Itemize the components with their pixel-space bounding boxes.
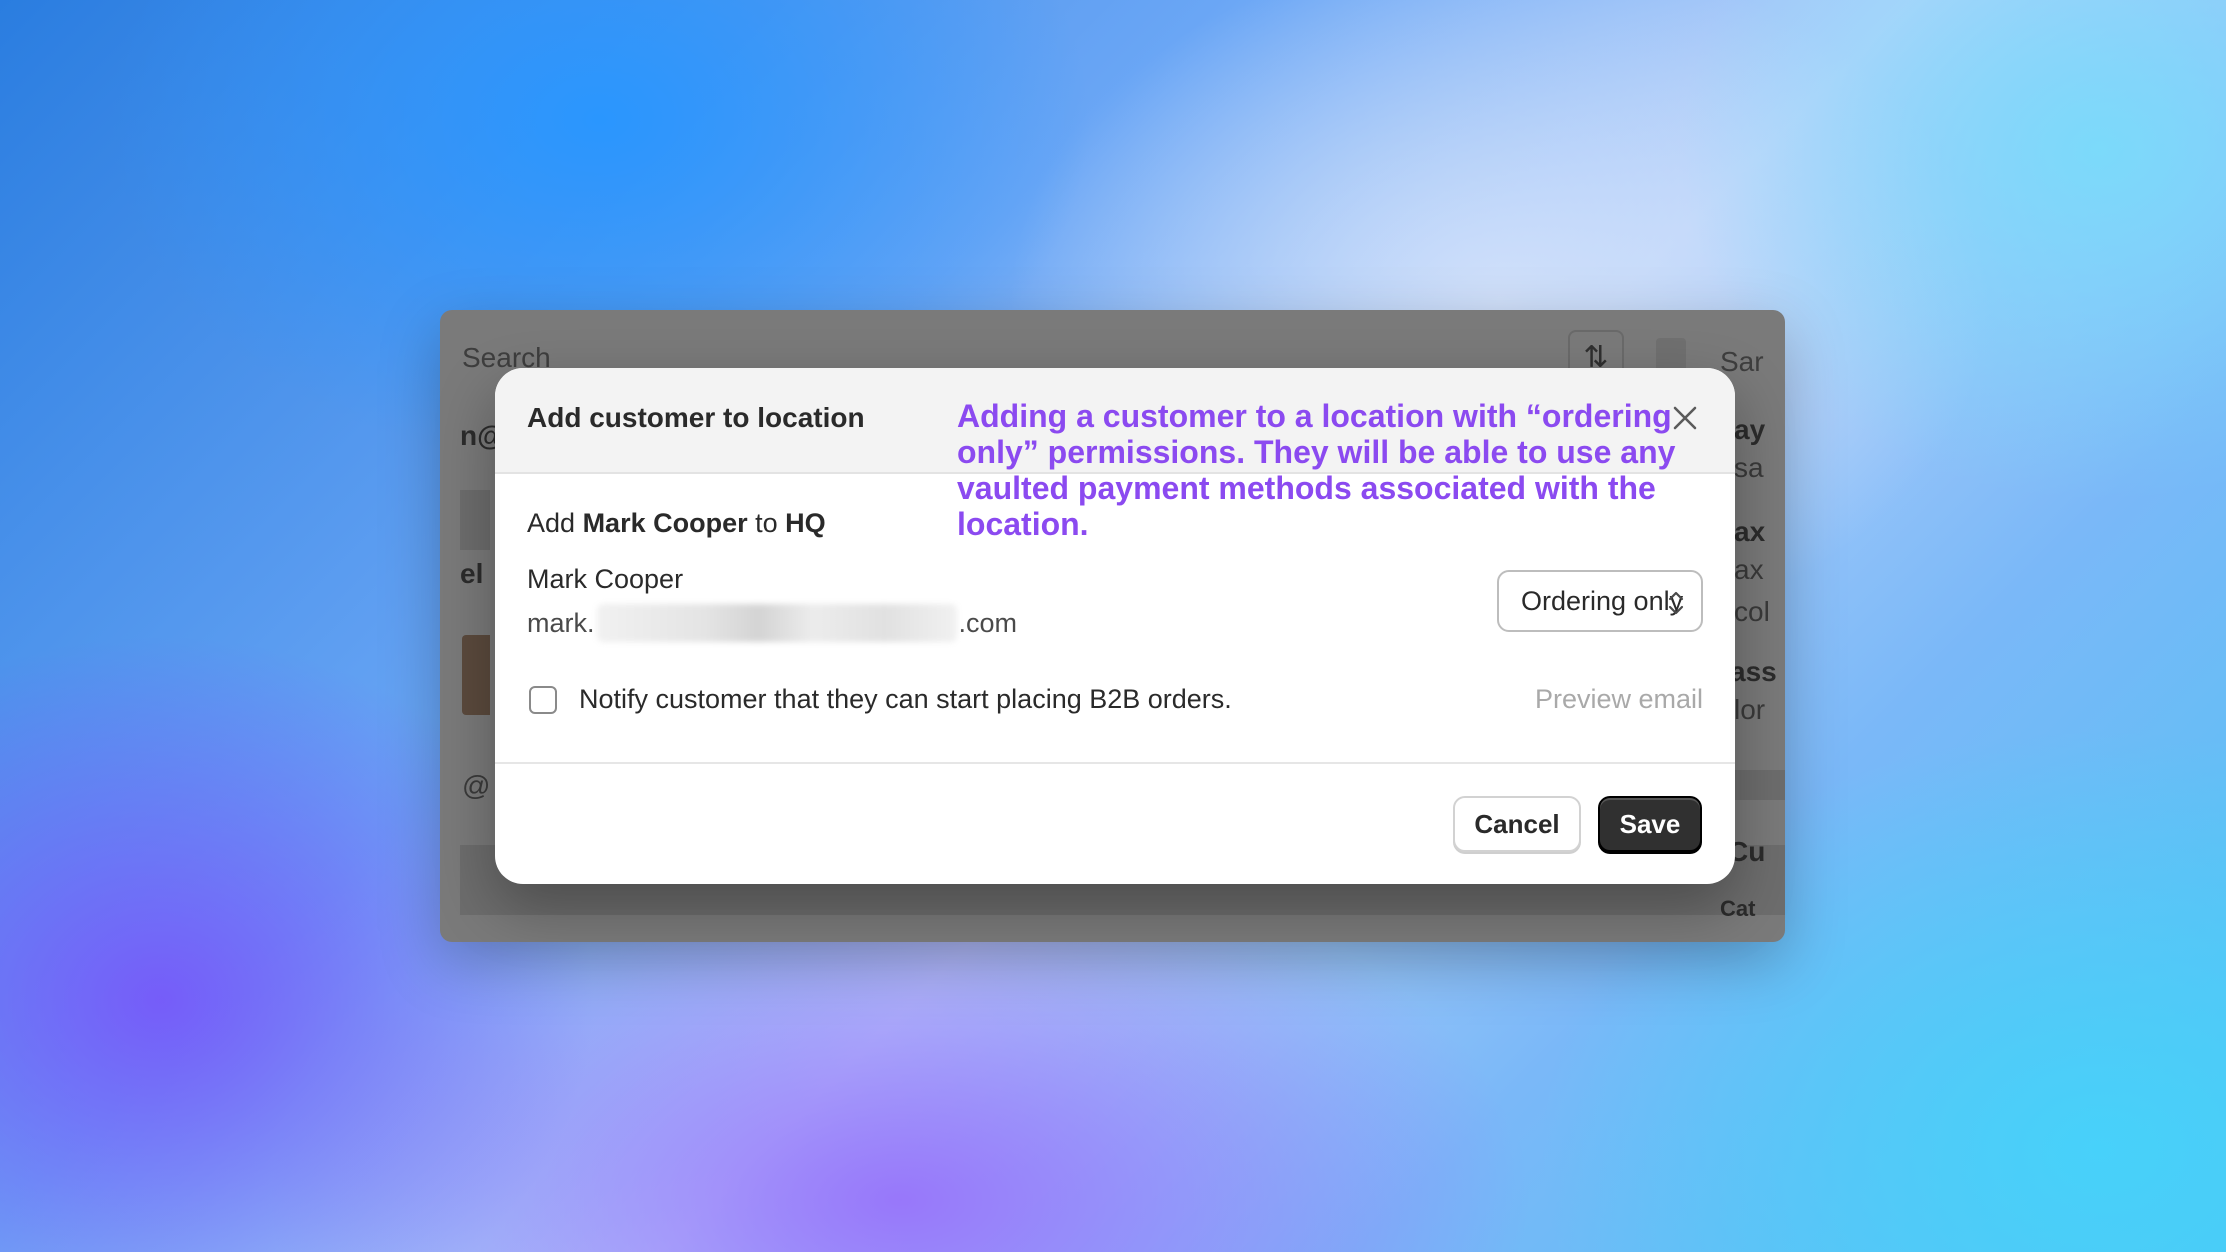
add-prefix: Add xyxy=(527,508,576,538)
email-redacted xyxy=(596,604,957,642)
to-word: to xyxy=(755,508,778,538)
background-fragment-ax1: ax xyxy=(1734,516,1766,547)
background-fragment-col: col xyxy=(1734,596,1770,627)
background-fragment-ay: ay xyxy=(1734,414,1766,445)
background-fragment-lor: lor xyxy=(1734,694,1766,725)
email-start: mark. xyxy=(527,607,595,638)
footer-divider xyxy=(495,762,1735,764)
add-customer-modal: Add customer to location Adding a custom… xyxy=(495,368,1735,884)
cancel-button[interactable]: Cancel xyxy=(1453,796,1581,852)
background-fragment-name: el xyxy=(460,558,484,589)
background-fragment-ax2: ax xyxy=(1734,554,1764,585)
modal-title: Add customer to location xyxy=(527,402,865,433)
customer-email: mark. .com xyxy=(527,604,1017,642)
summary-location-name: HQ xyxy=(785,508,826,538)
save-button[interactable]: Save xyxy=(1598,796,1702,852)
preview-email-link[interactable]: Preview email xyxy=(1535,684,1703,715)
chevron-up-down-icon xyxy=(1668,591,1684,615)
desktop-background: Search ⇅ Sar n@ el @ ay sa ax ax col ass… xyxy=(0,0,2226,1252)
background-fragment-at: @ xyxy=(462,770,491,801)
background-fragment-ass: ass xyxy=(1730,656,1777,687)
annotation-text: Adding a customer to a location with “or… xyxy=(957,398,1676,542)
background-fragment-sa: sa xyxy=(1734,452,1764,483)
customer-name: Mark Cooper xyxy=(527,564,684,594)
notify-checkbox[interactable] xyxy=(529,686,557,714)
background-fragment-cat: Cat xyxy=(1720,896,1756,921)
permission-select-value: Ordering only xyxy=(1521,585,1684,616)
background-panel xyxy=(460,490,490,550)
notify-checkbox-label[interactable]: Notify customer that they can start plac… xyxy=(579,684,1232,715)
email-end: .com xyxy=(958,607,1018,638)
background-avatar xyxy=(462,635,490,715)
add-customer-summary: Add Mark Cooper to HQ xyxy=(527,508,826,539)
permission-select[interactable]: Ordering only xyxy=(1497,570,1703,632)
summary-customer-name: Mark Cooper xyxy=(582,508,748,538)
